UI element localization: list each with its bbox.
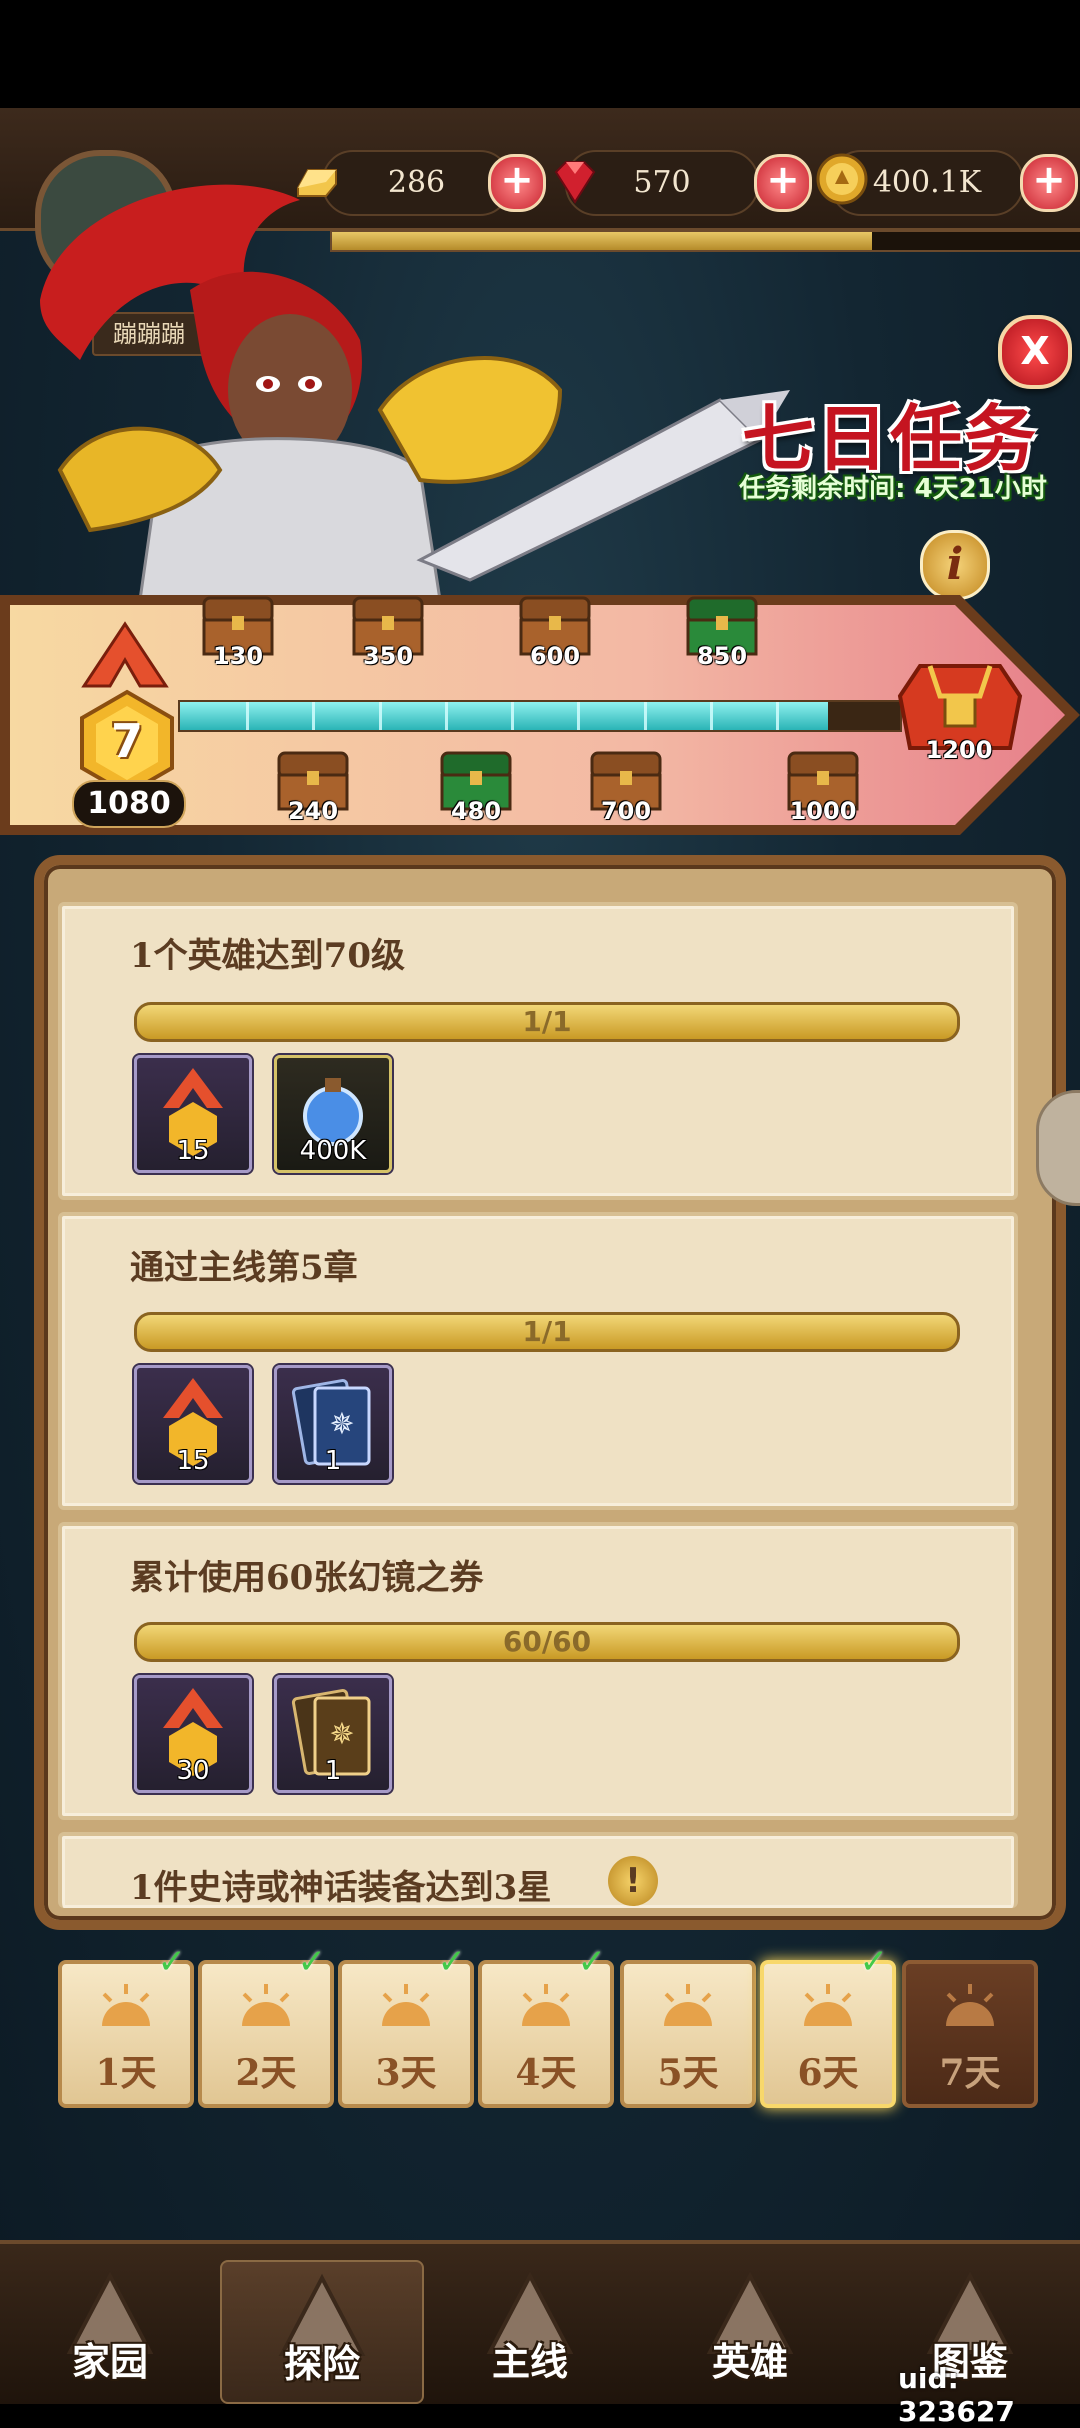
task-title: 1个英雄达到70级 [130,936,405,976]
task-progress-bar: 1/1 [134,1002,960,1042]
progress-tick [378,702,382,730]
chest-points-label: 240 [287,797,339,825]
sunrise-icon [522,1984,570,2026]
day-label: 4天 [515,2052,577,2094]
day-tab-2[interactable]: 2天 ✓ [198,1942,334,2108]
hero-illustration [40,184,790,600]
day-label: 5天 [657,2052,719,2094]
reward-count: 400K [299,1136,367,1166]
task-progress-text: 60/60 [502,1625,592,1658]
status-bar-area [0,0,1080,108]
task-title: 1件史诗或神话装备达到3星 [130,1868,552,1908]
day-tab-1[interactable]: 1天 ✓ [58,1942,194,2108]
svg-text:✵: ✵ [329,1407,354,1442]
nav-heroes[interactable]: 英雄 [650,2260,850,2400]
reward-count: 15 [176,1446,210,1476]
progress-tick [511,702,515,730]
sunrise-icon [242,1984,290,2026]
day-label: 7天 [939,2052,1001,2094]
progress-tick [709,702,713,730]
nav-label: 主线 [491,2339,568,2384]
sunrise-icon [664,1984,712,2026]
coin-icon [816,153,868,205]
chest-points-label: 1000 [789,797,857,825]
chest-points-label: 350 [362,642,414,670]
chest-points-label: 600 [529,642,581,670]
close-button[interactable]: X [998,315,1072,389]
nav-label: 家园 [71,2339,148,2384]
progress-tick [312,702,316,730]
medal-ribbon-icon [81,621,169,688]
day-tab-7[interactable]: 7天 [902,1960,1038,2108]
reward-medal[interactable]: 15 [134,1055,252,1173]
reward-gold-card[interactable]: ✵ 1 [274,1675,392,1793]
task-title: 通过主线第5章 [130,1248,358,1288]
check-icon: ✓ [157,1942,187,1982]
alert-icon: ! [608,1856,658,1906]
nav-label: 探险 [283,2341,360,2386]
check-icon: ✓ [577,1942,607,1982]
event-timer: 任务剩余时间: 4天21小时 [739,474,1047,504]
day-label: 1天 [95,2052,157,2094]
milestone-progress-bar [178,700,902,732]
chest-points-label: 700 [600,797,652,825]
progress-tick [246,702,250,730]
nav-explore[interactable]: 探险 [220,2260,424,2404]
user-id: uid: 323627 [898,2362,1015,2428]
check-icon: ✓ [297,1942,327,1982]
chest-points-label: 130 [212,642,264,670]
check-icon: ✓ [859,1942,889,1982]
task-progress-bar: 1/1 [134,1312,960,1352]
day-label: 3天 [375,2052,437,2094]
nav-home[interactable]: 家园 [10,2260,210,2400]
reward-medal[interactable]: 15 [134,1365,252,1483]
progress-tick [577,702,581,730]
task-progress-text: 1/1 [522,1315,572,1348]
chest-points-label: 850 [696,642,748,670]
side-expand-tab[interactable] [1036,1090,1080,1206]
task-title: 累计使用60张幻镜之券 [130,1558,484,1598]
day-label: 2天 [235,2052,297,2094]
milestone-progress-fill [180,702,828,730]
coin-value: 400.1K [872,165,982,200]
level-number: 7 [110,714,143,768]
sunrise-icon [946,1984,994,2026]
sunrise-icon [804,1984,852,2026]
nav-label: 英雄 [711,2339,788,2384]
svg-text:✵: ✵ [329,1717,354,1752]
chest-points-label: 480 [450,797,502,825]
reward-blue-card[interactable]: ✵ 1 [274,1365,392,1483]
sunrise-icon [102,1984,150,2026]
nav-main-story[interactable]: 主线 [430,2260,630,2400]
score-value: 1080 [72,780,186,828]
day-tab-4[interactable]: 4天 ✓ [478,1942,614,2108]
progress-tick [444,702,448,730]
event-title: 七日任务 [741,397,1038,481]
reward-count: 15 [176,1136,210,1166]
final-chest-label: 1200 [925,736,993,764]
task-progress-bar: 60/60 [134,1622,960,1662]
progress-tick [776,702,780,730]
add-coin-button[interactable]: + [1020,154,1078,212]
day-tab-3[interactable]: 3天 ✓ [338,1942,474,2108]
reward-medal[interactable]: 30 [134,1675,252,1793]
reward-count: 30 [176,1756,210,1786]
task-progress-text: 1/1 [522,1005,572,1038]
reward-count: 1 [324,1446,342,1476]
day-tab-5[interactable]: 5天 [620,1960,756,2108]
day-label: 6天 [797,2052,859,2094]
progress-tick [643,702,647,730]
reward-potion[interactable]: 400K [274,1055,392,1173]
day-tab-6[interactable]: 6天 ✓ [760,1942,896,2108]
sunrise-icon [382,1984,430,2026]
reward-count: 1 [324,1756,342,1786]
check-icon: ✓ [437,1942,467,1982]
